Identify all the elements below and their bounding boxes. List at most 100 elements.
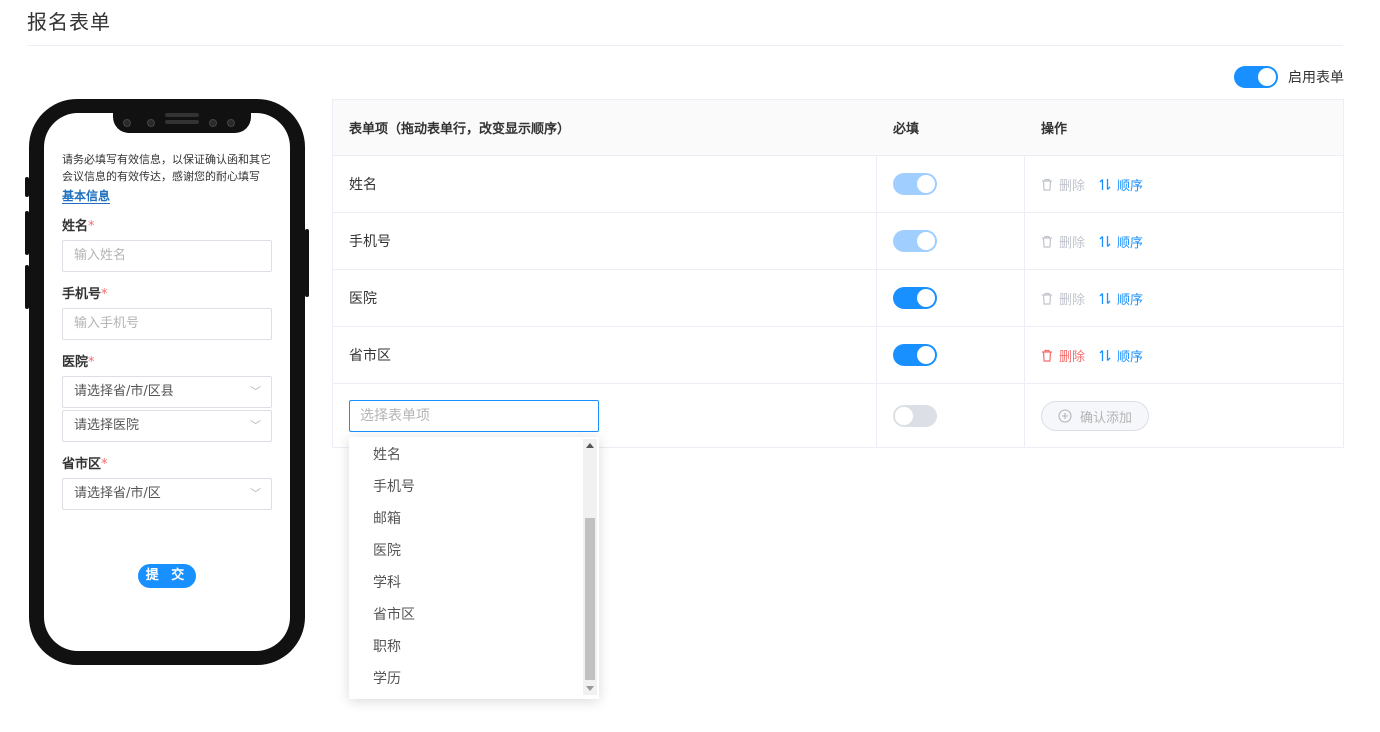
sensor-icon: [209, 119, 217, 127]
required-mark: *: [101, 287, 108, 302]
item-cell: 医院: [349, 270, 869, 326]
select-value: 请选择省/市/区: [74, 486, 161, 501]
sensor-icon: [227, 119, 235, 127]
sort-icon: [1099, 349, 1111, 361]
switch-knob: [895, 407, 913, 425]
hospital-select[interactable]: 请选择医院 ﹀: [62, 410, 272, 442]
confirm-add-label: 确认添加: [1080, 410, 1133, 426]
submit-button[interactable]: 提 交: [138, 564, 196, 588]
sort-icon: [1099, 292, 1111, 304]
phone-side-button: [25, 265, 29, 309]
section-basic-info[interactable]: 基本信息: [62, 189, 111, 204]
header-text: 操作: [1041, 122, 1068, 137]
dropdown-option[interactable]: 学科: [349, 567, 599, 599]
select-value: 请选择医院: [74, 418, 140, 433]
required-switch[interactable]: [893, 230, 937, 252]
dropdown-option[interactable]: 省市区: [349, 599, 599, 631]
order-button[interactable]: 顺序: [1099, 232, 1143, 251]
scrollbar-thumb[interactable]: [585, 518, 595, 680]
dropdown-option[interactable]: 手机号: [349, 471, 599, 503]
required-cell: [877, 270, 1025, 326]
order-label: 顺序: [1117, 349, 1144, 365]
header-cell-required: 必填: [877, 100, 1025, 155]
phone-preview: 请务必填写有效信息，以保证确认函和其它会议信息的有效传达，感谢您的耐心填写 基本…: [25, 99, 309, 665]
delete-label: 删除: [1059, 292, 1086, 308]
dropdown-options: 姓名 手机号 邮箱 医院 学科 省市区 职称 学历: [349, 437, 599, 695]
hospital-region-select[interactable]: 请选择省/市/区县 ﹀: [62, 376, 272, 408]
table-header: 表单项（拖动表单行，改变显示顺序） 必填 操作: [333, 100, 1343, 156]
chevron-down-icon: ﹀: [250, 419, 261, 432]
phone-side-button: [25, 177, 29, 197]
page-title: 报名表单: [27, 10, 111, 34]
dropdown-option[interactable]: 邮箱: [349, 503, 599, 535]
required-cell: [877, 327, 1025, 383]
form-items-table: 表单项（拖动表单行，改变显示顺序） 必填 操作 姓名 删除 顺序 手机号 删除 …: [332, 99, 1344, 448]
item-cell: 手机号: [349, 213, 869, 269]
order-label: 顺序: [1117, 292, 1144, 308]
phone-input[interactable]: 输入手机号: [62, 308, 272, 340]
form-item-dropdown: 姓名 手机号 邮箱 医院 学科 省市区 职称 学历: [349, 437, 599, 699]
speaker-grill: [165, 113, 199, 117]
add-required-switch[interactable]: [893, 405, 937, 427]
region-select[interactable]: 请选择省/市/区 ﹀: [62, 478, 272, 510]
action-cell: 删除 顺序: [1025, 156, 1343, 212]
confirm-add-button[interactable]: 确认添加: [1041, 401, 1150, 431]
delete-label: 删除: [1059, 235, 1086, 251]
required-switch[interactable]: [893, 287, 937, 309]
speaker-grill: [165, 120, 199, 124]
item-name: 省市区: [349, 348, 391, 364]
plus-circle-icon: [1058, 409, 1072, 423]
table-row[interactable]: 姓名 删除 顺序: [333, 156, 1343, 213]
form-item-select[interactable]: 选择表单项: [349, 400, 599, 432]
order-label: 顺序: [1117, 235, 1144, 251]
delete-button[interactable]: 删除: [1041, 346, 1085, 365]
trash-icon: [1042, 235, 1052, 248]
dropdown-option[interactable]: 姓名: [349, 439, 599, 471]
delete-button[interactable]: 删除: [1041, 289, 1085, 308]
phone-form: 请务必填写有效信息，以保证确认函和其它会议信息的有效传达，感谢您的耐心填写 基本…: [62, 151, 274, 510]
required-mark: *: [88, 355, 95, 370]
dropdown-option[interactable]: 学历: [349, 663, 599, 695]
header-cell-item: 表单项（拖动表单行，改变显示顺序）: [349, 100, 869, 155]
order-label: 顺序: [1117, 178, 1144, 194]
dropdown-option[interactable]: 医院: [349, 535, 599, 567]
item-name: 医院: [349, 291, 377, 307]
chevron-down-icon: ﹀: [250, 385, 261, 398]
table-row[interactable]: 手机号 删除 顺序: [333, 213, 1343, 270]
label-text: 省市区: [62, 457, 102, 472]
dropdown-scrollbar[interactable]: [583, 439, 597, 695]
delete-button[interactable]: 删除: [1041, 232, 1085, 251]
table-row[interactable]: 医院 删除 顺序: [333, 270, 1343, 327]
label-text: 医院: [62, 355, 89, 370]
name-input[interactable]: 输入姓名: [62, 240, 272, 272]
enable-form-switch[interactable]: [1234, 66, 1278, 88]
switch-knob: [917, 346, 935, 364]
label-text: 姓名: [62, 219, 89, 234]
required-mark: *: [101, 457, 108, 472]
scroll-down-arrow-icon[interactable]: [586, 686, 594, 691]
dropdown-option[interactable]: 职称: [349, 631, 599, 663]
switch-knob: [917, 289, 935, 307]
enable-form-label: 启用表单: [1288, 70, 1344, 86]
phone-side-button: [305, 229, 309, 297]
header-divider: [27, 45, 1343, 46]
order-button[interactable]: 顺序: [1099, 175, 1143, 194]
item-cell: 省市区: [349, 327, 869, 383]
header-cell-action: 操作: [1025, 100, 1343, 155]
phone-side-button: [25, 211, 29, 255]
order-button[interactable]: 顺序: [1099, 289, 1143, 308]
trash-icon: [1042, 349, 1052, 362]
required-switch[interactable]: [893, 173, 937, 195]
required-switch[interactable]: [893, 344, 937, 366]
trash-icon: [1042, 178, 1052, 191]
camera-icon: [147, 119, 155, 127]
phone-notch: [113, 113, 251, 133]
chevron-down-icon: ﹀: [250, 487, 261, 500]
form-intro: 请务必填写有效信息，以保证确认函和其它会议信息的有效传达，感谢您的耐心填写: [62, 153, 271, 183]
action-cell: 删除 顺序: [1025, 327, 1343, 383]
table-row[interactable]: 省市区 删除 顺序: [333, 327, 1343, 384]
delete-button[interactable]: 删除: [1041, 175, 1085, 194]
action-cell: 删除 顺序: [1025, 213, 1343, 269]
scroll-up-arrow-icon[interactable]: [586, 443, 594, 448]
order-button[interactable]: 顺序: [1099, 346, 1143, 365]
